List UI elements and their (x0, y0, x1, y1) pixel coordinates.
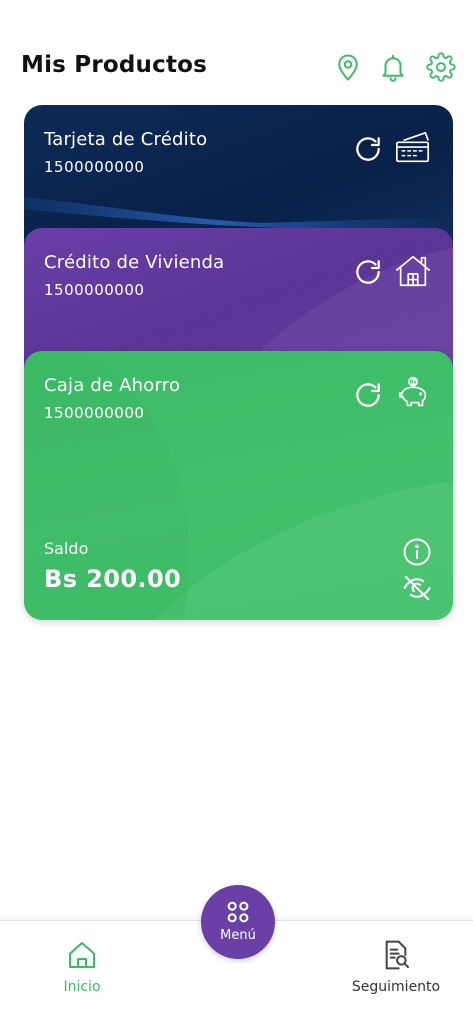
card-number: 1500000000 (44, 158, 145, 176)
header: Mis Productos (0, 44, 473, 94)
nav-tracking[interactable]: Seguimiento (340, 921, 452, 1011)
menu-label: Menú (220, 927, 256, 943)
refresh-icon[interactable] (352, 256, 384, 288)
nav-tracking-label: Seguimiento (351, 979, 441, 995)
screen: Mis Productos Tarjeta de Crédito 1500000… (0, 0, 473, 1024)
balance-label: Saldo (44, 539, 89, 558)
menu-button[interactable]: Menú (201, 885, 275, 959)
eye-off-icon[interactable] (402, 573, 432, 603)
document-search-icon (380, 939, 412, 971)
nav-home[interactable]: Inicio (40, 921, 124, 1011)
page-title: Mis Productos (21, 52, 208, 78)
piggy-badge-text: Bs (410, 380, 417, 386)
location-pin-icon[interactable] (332, 50, 364, 84)
balance-value: Bs 200.00 (44, 565, 182, 593)
card-number: 1500000000 (44, 281, 145, 299)
refresh-icon[interactable] (352, 379, 384, 411)
product-cards: Tarjeta de Crédito 1500000000 Crédito de… (24, 105, 453, 620)
credit-card-icon (394, 129, 432, 167)
card-name: Crédito de Vivienda (44, 252, 225, 273)
card-name: Caja de Ahorro (44, 375, 181, 396)
card-number: 1500000000 (44, 404, 145, 422)
savings-account-product[interactable]: Caja de Ahorro 1500000000 Bs Saldo Bs 20… (24, 351, 453, 620)
house-icon (394, 252, 432, 290)
grid-icon (224, 898, 252, 926)
card-name: Tarjeta de Crédito (44, 129, 208, 150)
piggy-bank-icon: Bs (394, 375, 432, 413)
info-icon[interactable] (402, 537, 432, 567)
refresh-icon[interactable] (352, 133, 384, 165)
nav-home-label: Inicio (63, 979, 101, 995)
gear-icon[interactable] (425, 50, 457, 84)
home-icon (66, 939, 98, 971)
bell-icon[interactable] (377, 50, 409, 84)
